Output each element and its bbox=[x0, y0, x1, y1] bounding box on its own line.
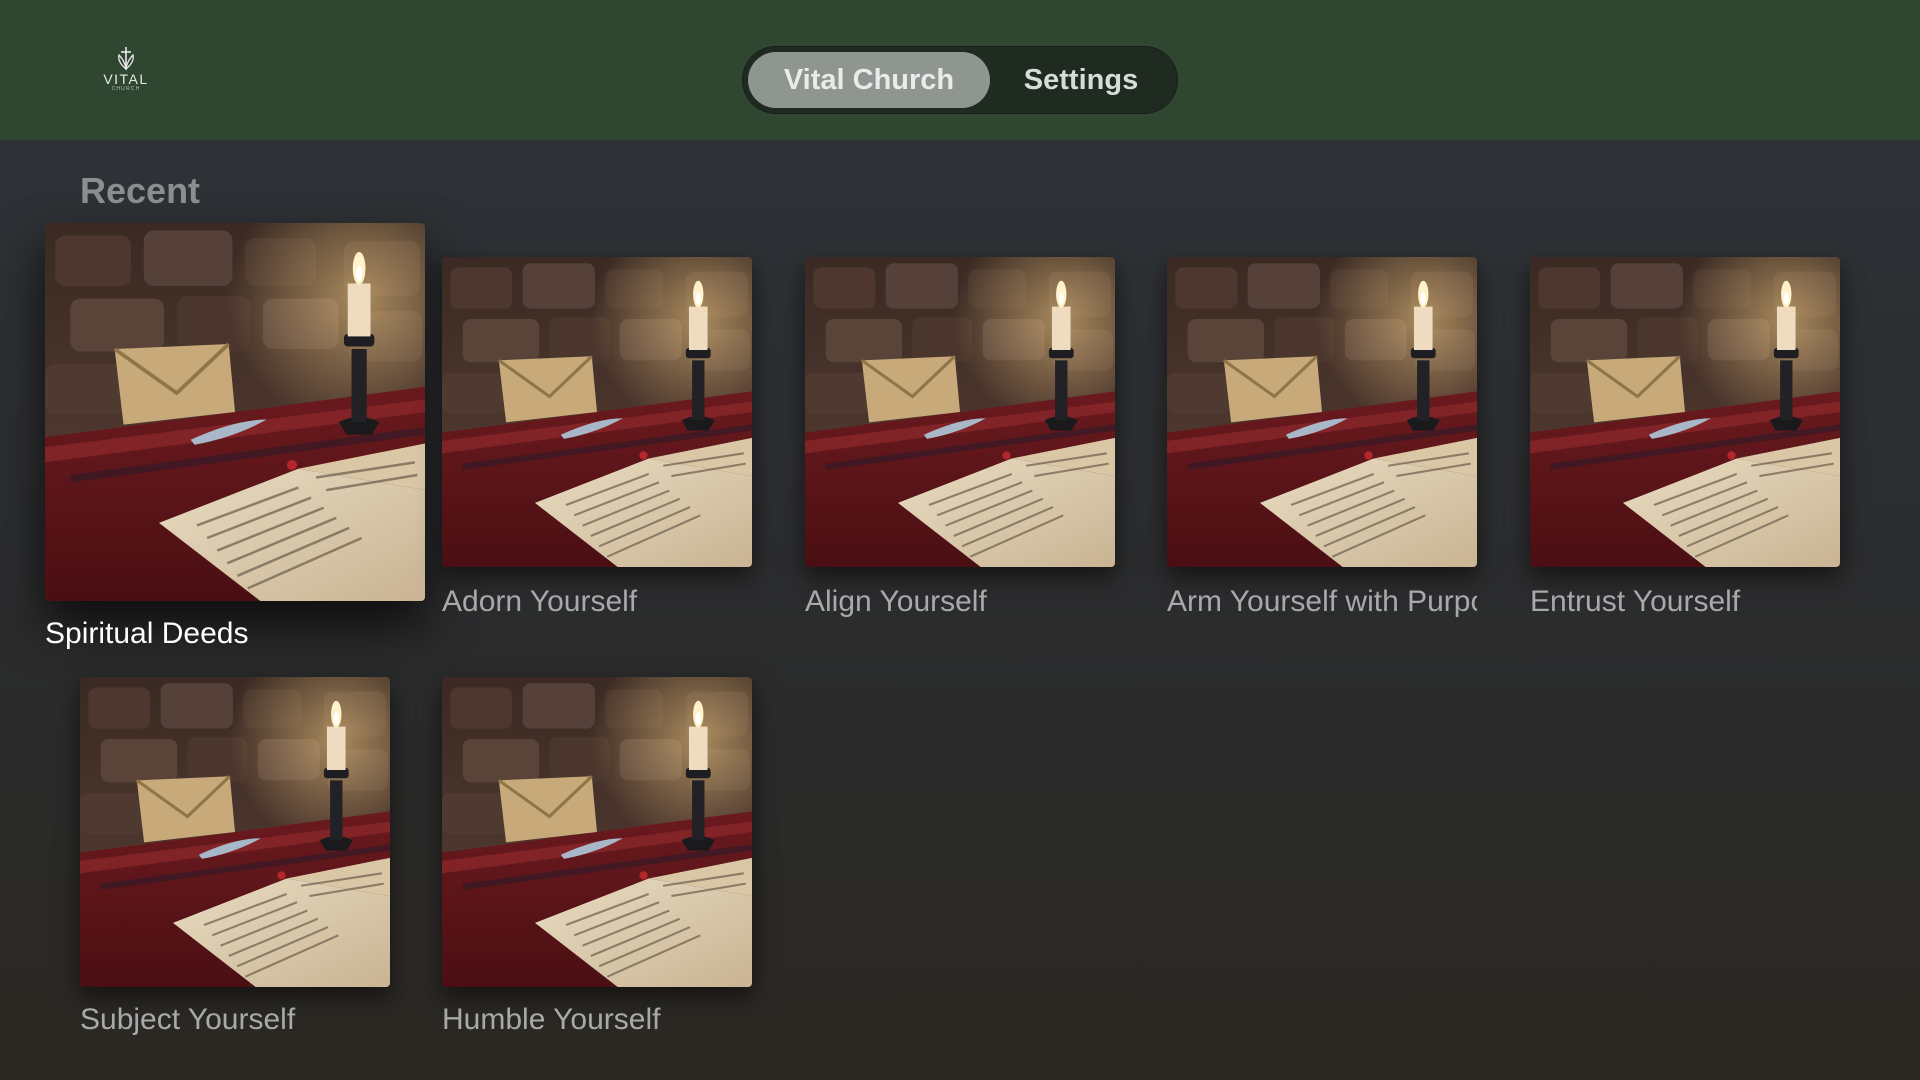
top-bar: VITAL CHURCH Vital Church Settings bbox=[0, 0, 1920, 140]
card-title: Entrust Yourself bbox=[1530, 585, 1741, 618]
media-card[interactable]: Arm Yourself with Purpose bbox=[1167, 257, 1477, 618]
card-thumbnail bbox=[805, 257, 1115, 567]
logo-wordmark: VITAL bbox=[103, 71, 149, 87]
card-title: Subject Yourself bbox=[80, 1003, 296, 1036]
card-thumbnail bbox=[45, 223, 425, 601]
cross-leaf-icon bbox=[118, 47, 134, 70]
card-thumbnail bbox=[442, 257, 752, 567]
media-card[interactable]: Subject Yourself bbox=[80, 677, 390, 1036]
media-card[interactable]: Humble Yourself bbox=[442, 677, 752, 1036]
card-thumbnail bbox=[1167, 257, 1477, 567]
media-card[interactable]: Align Yourself bbox=[805, 257, 1115, 618]
tab-vital-church[interactable]: Vital Church bbox=[748, 52, 990, 108]
card-title: Arm Yourself with Purpose bbox=[1167, 585, 1477, 618]
media-card[interactable]: Entrust Yourself bbox=[1530, 257, 1840, 618]
media-card[interactable]: Adorn Yourself bbox=[442, 257, 752, 618]
section-title-recent: Recent bbox=[80, 170, 201, 211]
tab-settings[interactable]: Settings bbox=[990, 52, 1172, 108]
card-thumbnail bbox=[80, 677, 390, 987]
card-title: Spiritual Deeds bbox=[45, 617, 249, 650]
media-card[interactable]: Spiritual Deeds bbox=[45, 223, 425, 650]
card-title: Align Yourself bbox=[805, 585, 987, 618]
card-thumbnail bbox=[1530, 257, 1840, 567]
card-title: Adorn Yourself bbox=[442, 585, 638, 618]
card-title: Humble Yourself bbox=[442, 1003, 661, 1036]
card-thumbnail bbox=[442, 677, 752, 987]
vital-church-logo: VITAL CHURCH bbox=[100, 46, 152, 96]
top-tab-bar: Vital Church Settings bbox=[742, 46, 1178, 114]
